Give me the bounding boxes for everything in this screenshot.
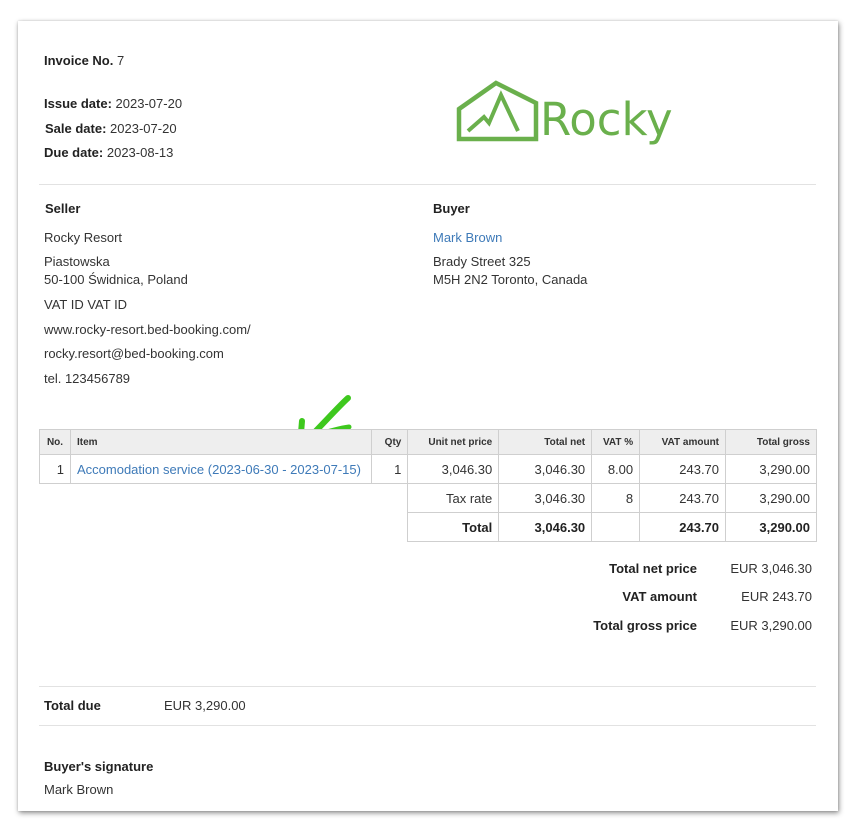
- table-header-row: No. Item Qty Unit net price Total net VA…: [39, 429, 817, 455]
- header-item: Item: [69, 429, 373, 455]
- tax-rate-row: Tax rate 3,046.30 8 243.70 3,290.00: [40, 483, 817, 513]
- seller-email: rocky.resort@bed-booking.com: [44, 346, 224, 361]
- header-vat-amount: VAT amount: [639, 429, 727, 455]
- tax-rate-vat: 243.70: [639, 483, 727, 513]
- row-item-link[interactable]: Accomodation service (2023-06-30 - 2023-…: [69, 454, 373, 484]
- row-vat-pct: 8.00: [591, 454, 641, 484]
- header-unit-net: Unit net price: [407, 429, 500, 455]
- sale-date: Sale date: 2023-07-20: [45, 121, 177, 136]
- total-label: Total: [407, 512, 500, 542]
- table-row: 1 Accomodation service (2023-06-30 - 202…: [39, 454, 817, 484]
- row-unit-net: 3,046.30: [407, 454, 500, 484]
- items-table: No. Item Qty Unit net price Total net VA…: [39, 429, 817, 542]
- divider: [39, 686, 816, 687]
- header-total-gross: Total gross: [725, 429, 817, 455]
- issue-date: Issue date: 2023-07-20: [44, 96, 183, 111]
- buyer-name-link[interactable]: Mark Brown: [433, 230, 502, 245]
- invoice-number: Invoice No. 7: [44, 53, 125, 68]
- tax-rate-gross: 3,290.00: [725, 483, 817, 513]
- row-total-gross: 3,290.00: [725, 454, 817, 484]
- seller-vat: VAT ID VAT ID: [44, 297, 128, 312]
- due-date: Due date: 2023-08-13: [44, 145, 174, 160]
- summary-net-value: EUR 3,046.30: [730, 561, 812, 576]
- total-row: Total 3,046.30 243.70 3,290.00: [40, 512, 817, 542]
- seller-website: www.rocky-resort.bed-booking.com/: [44, 322, 251, 337]
- header-qty: Qty: [371, 429, 409, 455]
- summary-vat-value: EUR 243.70: [741, 589, 812, 604]
- house-logo-icon: [456, 80, 539, 142]
- summary-gross-label: Total gross price: [593, 618, 697, 633]
- seller-name: Rocky Resort: [44, 230, 123, 245]
- summary-gross-value: EUR 3,290.00: [730, 618, 812, 633]
- total-vat-pct-empty: [591, 512, 641, 542]
- total-due-value: EUR 3,290.00: [164, 698, 246, 713]
- summary-net-label: Total net price: [609, 561, 697, 576]
- total-gross: 3,290.00: [725, 512, 817, 542]
- header-vat-pct: VAT %: [591, 429, 641, 455]
- tax-rate-pct: 8: [591, 483, 641, 513]
- divider: [39, 725, 816, 726]
- summary-vat-label: VAT amount: [622, 589, 697, 604]
- buyer-heading: Buyer: [433, 201, 470, 216]
- invoice-page: Invoice No. 7 Issue date: 2023-07-20 Sal…: [18, 21, 838, 811]
- seller-phone: tel. 123456789: [44, 371, 131, 386]
- row-no: 1: [39, 454, 71, 484]
- buyer-street: Brady Street 325: [433, 254, 531, 269]
- seller-street: Piastowska: [44, 254, 110, 269]
- logo-text: Rocky: [540, 93, 673, 146]
- row-total-net: 3,046.30: [498, 454, 593, 484]
- tax-rate-net: 3,046.30: [498, 483, 593, 513]
- header-no: No.: [39, 429, 71, 455]
- divider: [39, 184, 816, 185]
- signature-label: Buyer's signature: [44, 759, 154, 774]
- total-net: 3,046.30: [498, 512, 593, 542]
- signature-name: Mark Brown: [44, 782, 114, 797]
- seller-city: 50-100 Świdnica, Poland: [44, 272, 188, 287]
- total-vat: 243.70: [639, 512, 727, 542]
- row-vat-amount: 243.70: [639, 454, 727, 484]
- header-total-net: Total net: [498, 429, 593, 455]
- buyer-city: M5H 2N2 Toronto, Canada: [433, 272, 588, 287]
- total-due-label: Total due: [44, 698, 101, 713]
- tax-rate-label: Tax rate: [407, 483, 500, 513]
- seller-heading: Seller: [45, 201, 81, 216]
- row-qty: 1: [371, 454, 409, 484]
